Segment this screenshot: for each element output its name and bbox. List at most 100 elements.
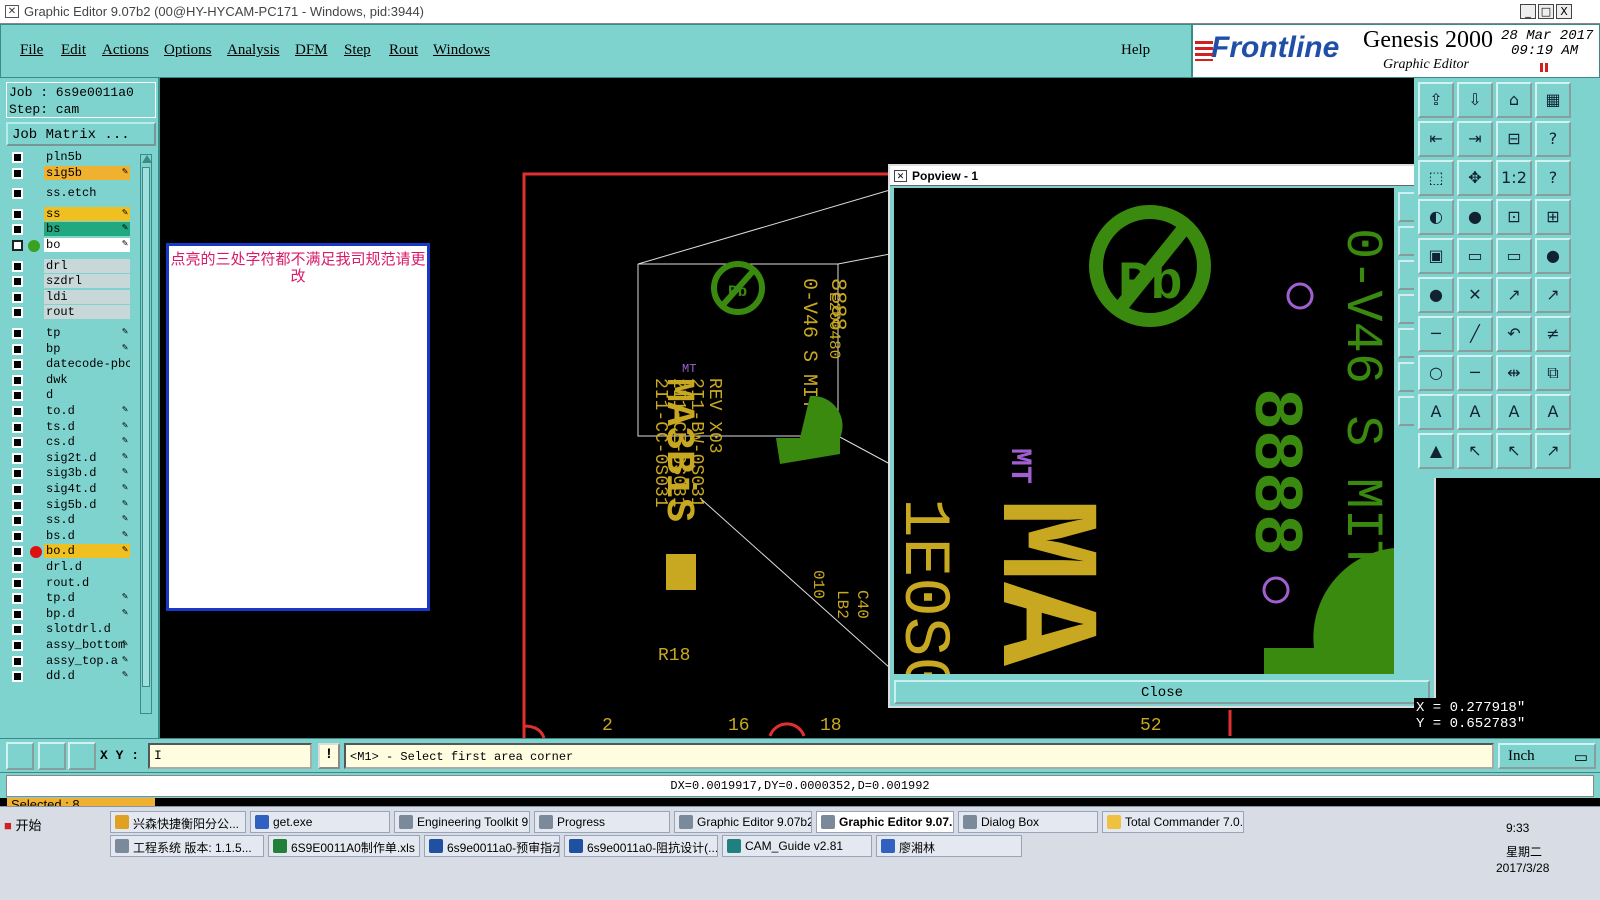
layer-row[interactable]: drl — [6, 258, 130, 274]
layer-checkbox[interactable] — [12, 452, 23, 464]
taskbar-item[interactable]: 兴森快捷衡阳分公... — [110, 811, 246, 833]
layer-checkbox[interactable] — [12, 655, 23, 667]
layer-row[interactable]: bs ✎ — [6, 222, 130, 237]
layer-checkbox[interactable] — [12, 406, 23, 417]
layer-row[interactable]: sig5b ✎ — [6, 165, 130, 181]
layer-row[interactable]: to.d ✎ — [6, 404, 130, 419]
layer-name[interactable]: drl — [44, 258, 130, 273]
tool-button[interactable]: ↶ — [1496, 316, 1532, 352]
layer-checkbox[interactable] — [12, 468, 23, 480]
layer-checkbox[interactable] — [12, 291, 23, 303]
layer-checkbox[interactable] — [12, 343, 23, 355]
tool-button[interactable]: ✕ — [1457, 277, 1493, 313]
snap-tool-button[interactable] — [38, 742, 66, 770]
taskbar-item[interactable]: Graphic Editor 9.07... — [816, 811, 954, 833]
tool-button[interactable]: ↖ — [1457, 433, 1493, 469]
layer-name[interactable]: tp.d ✎ — [44, 591, 130, 606]
layer-name[interactable]: rout — [44, 305, 130, 320]
tool-button[interactable]: ▭ — [1496, 238, 1532, 274]
tool-button[interactable]: ⊡ — [1496, 199, 1532, 235]
layer-checkbox[interactable] — [12, 577, 23, 589]
layer-row[interactable]: d — [6, 388, 130, 403]
layer-name[interactable]: ldi — [44, 289, 130, 304]
menu-edit[interactable]: Edit — [61, 42, 86, 59]
menu-options[interactable]: Options — [164, 42, 212, 59]
menu-analysis[interactable]: Analysis — [227, 42, 280, 59]
taskbar-item[interactable]: Dialog Box — [958, 811, 1098, 833]
tool-button[interactable]: ─ — [1418, 316, 1454, 352]
taskbar-item[interactable]: Engineering Toolkit 9.... — [394, 811, 530, 833]
tool-button[interactable]: ⊟ — [1496, 121, 1532, 157]
popview-close-button[interactable]: Close — [894, 680, 1430, 704]
layer-checkbox[interactable] — [12, 307, 23, 319]
layer-checkbox[interactable] — [12, 208, 23, 220]
units-selector[interactable]: Inch ▭ — [1498, 743, 1596, 769]
layer-row[interactable]: tp.d ✎ — [6, 591, 130, 606]
menu-actions[interactable]: Actions — [102, 42, 149, 59]
layer-name[interactable]: ss.etch — [44, 186, 130, 201]
layer-name[interactable]: assy_top.a ✎ — [44, 653, 130, 668]
taskbar-item[interactable]: 6s9e0011a0-预审指示.... — [424, 835, 560, 857]
layer-row[interactable]: pln5b — [6, 150, 130, 165]
tool-button[interactable]: A — [1457, 394, 1493, 430]
layer-name[interactable]: datecode-pbc — [44, 357, 130, 372]
layer-row[interactable]: bo ✎ — [6, 238, 130, 253]
tool-button[interactable]: ⇹ — [1496, 355, 1532, 391]
tool-button[interactable]: ● — [1418, 277, 1454, 313]
layer-row[interactable]: bs.d ✎ — [6, 528, 130, 544]
tool-button[interactable]: ◐ — [1418, 199, 1454, 235]
layer-checkbox[interactable] — [12, 328, 23, 339]
tool-button[interactable]: ≠ — [1535, 316, 1571, 352]
tool-button[interactable]: ✥ — [1457, 160, 1493, 196]
layer-checkbox[interactable] — [12, 515, 23, 527]
taskbar-item[interactable]: Total Commander 7.0... — [1102, 811, 1244, 833]
layer-name[interactable]: ss ✎ — [44, 206, 130, 221]
menu-dfm[interactable]: DFM — [295, 42, 328, 59]
scroll-thumb[interactable] — [142, 167, 150, 687]
layer-name[interactable]: rout.d — [44, 575, 130, 590]
grid-tool-button[interactable] — [68, 742, 96, 770]
layer-checkbox[interactable] — [12, 421, 23, 433]
layer-name[interactable]: bp ✎ — [44, 341, 130, 356]
layer-row[interactable]: dd.d ✎ — [6, 669, 130, 684]
layer-name[interactable]: bp.d ✎ — [44, 606, 130, 621]
tool-button[interactable]: ? — [1535, 121, 1571, 157]
tool-button[interactable]: ▦ — [1535, 82, 1571, 118]
layer-name[interactable]: sig3b.d ✎ — [44, 466, 130, 481]
layer-name[interactable]: drl.d — [44, 560, 130, 574]
layer-checkbox[interactable] — [12, 546, 23, 558]
layer-row[interactable]: szdrl — [6, 274, 130, 289]
layer-row[interactable]: assy_top.a ✎ — [6, 653, 130, 669]
tool-button[interactable]: ▭ — [1457, 238, 1493, 274]
layer-name[interactable]: cs.d ✎ — [44, 435, 130, 450]
layer-row[interactable]: bo.d ✎ — [6, 544, 130, 559]
layer-row[interactable]: cs.d ✎ — [6, 435, 130, 450]
layer-checkbox[interactable] — [12, 484, 23, 495]
tool-button[interactable]: ○ — [1418, 355, 1454, 391]
tool-button[interactable]: A — [1418, 394, 1454, 430]
layer-checkbox[interactable] — [12, 530, 23, 542]
layer-name[interactable]: szdrl — [44, 274, 130, 289]
layer-row[interactable]: assy_bottom ✎ — [6, 638, 130, 653]
layer-row[interactable]: drl.d — [6, 560, 130, 575]
layer-name[interactable]: bo.d ✎ — [44, 544, 130, 559]
layer-row[interactable]: ss.etch — [6, 186, 130, 201]
tool-button[interactable]: ↗ — [1535, 277, 1571, 313]
layer-name[interactable]: d — [44, 388, 130, 403]
layer-checkbox[interactable] — [12, 437, 23, 449]
tool-button[interactable]: ▣ — [1418, 238, 1454, 274]
taskbar-item[interactable]: 6s9e0011a0-阻抗设计(... — [564, 835, 718, 857]
taskbar-item[interactable]: 廖湘林 — [876, 835, 1022, 857]
layer-name[interactable]: ts.d ✎ — [44, 419, 130, 434]
menu-step[interactable]: Step — [344, 42, 371, 59]
layer-row[interactable]: tp ✎ — [6, 326, 130, 341]
layer-checkbox[interactable] — [12, 640, 23, 651]
tool-button[interactable]: ● — [1535, 238, 1571, 274]
layer-name[interactable]: dwk — [44, 372, 130, 387]
taskbar-item[interactable]: 工程系统 版本: 1.1.5... — [110, 835, 264, 857]
tool-button[interactable]: ⇩ — [1457, 82, 1493, 118]
zoom-tool-button[interactable] — [6, 742, 34, 770]
layer-name[interactable]: dd.d ✎ — [44, 669, 130, 684]
tool-button[interactable]: A — [1535, 394, 1571, 430]
layer-checkbox[interactable] — [12, 224, 23, 236]
